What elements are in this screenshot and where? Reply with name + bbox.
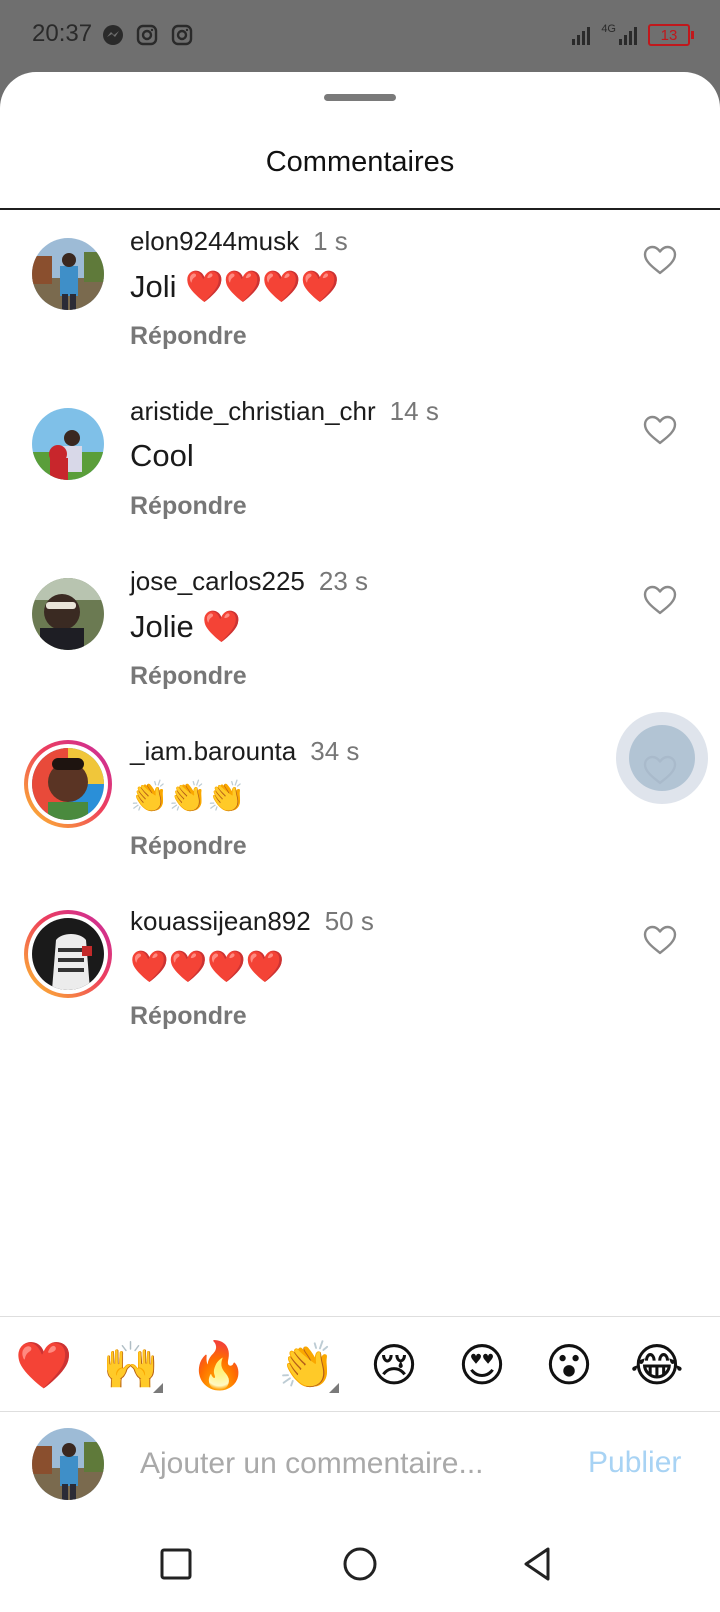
- reaction-emoji: 👏: [278, 1339, 336, 1391]
- emoji-reaction-bar: ❤️ 🙌 🔥 👏 😢 😍 😮 😂: [0, 1316, 720, 1412]
- comment-time: 14 s: [389, 396, 439, 426]
- comment-text: Joli ❤️❤️❤️❤️: [130, 269, 340, 304]
- home-circle-icon[interactable]: [340, 1544, 380, 1584]
- reply-button[interactable]: Répondre: [130, 1002, 247, 1031]
- drag-handle[interactable]: [324, 94, 396, 101]
- avatar-photo: [32, 748, 104, 820]
- comment-text: Cool: [130, 438, 194, 473]
- status-right: 4G 13: [571, 22, 694, 48]
- avatar: [32, 1428, 104, 1500]
- system-nav-bar: [0, 1520, 720, 1612]
- skin-tone-indicator: [329, 1383, 339, 1393]
- avatar-photo: [32, 578, 104, 650]
- comment-item: jose_carlos225 23 s Jolie ❤️ Répondre: [0, 566, 720, 736]
- divider: [0, 208, 720, 210]
- signal-icon: [572, 27, 591, 45]
- back-triangle-icon[interactable]: [518, 1544, 558, 1584]
- battery-icon: 13: [648, 24, 694, 46]
- comment-author[interactable]: aristide_christian_chr 14 s: [130, 396, 439, 427]
- comment-time: 23 s: [318, 566, 369, 596]
- avatar-photo: [32, 1428, 104, 1500]
- comment-author[interactable]: kouassijean892 50 s: [130, 906, 374, 937]
- comment-item: elon9244musk 1 s Joli ❤️❤️❤️❤️ Répondre: [0, 226, 720, 396]
- comment-input[interactable]: [140, 1442, 540, 1486]
- reply-button[interactable]: Répondre: [130, 322, 247, 351]
- comment-username[interactable]: aristide_christian_chr: [130, 396, 376, 426]
- comment-username[interactable]: _iam.barounta: [130, 736, 296, 766]
- sheet-title: Commentaires: [265, 146, 455, 178]
- skin-tone-indicator: [153, 1383, 163, 1393]
- avatar: [28, 914, 108, 994]
- avatar-photo: [32, 918, 104, 990]
- comment-author[interactable]: jose_carlos225 23 s: [130, 566, 368, 597]
- avatar-photo: [32, 238, 104, 310]
- comment-author[interactable]: _iam.barounta 34 s: [130, 736, 359, 767]
- instagram-icon: [136, 24, 158, 46]
- avatar-photo: [32, 408, 104, 480]
- reaction-crying[interactable]: 😢: [364, 1335, 424, 1395]
- comment-username[interactable]: kouassijean892: [130, 906, 311, 936]
- publish-button[interactable]: Publier: [588, 1446, 681, 1480]
- comment-author[interactable]: elon9244musk 1 s: [130, 226, 348, 257]
- messenger-icon: [103, 25, 123, 45]
- comment-username[interactable]: jose_carlos225: [130, 566, 305, 596]
- reaction-heart-eyes[interactable]: 😍: [452, 1335, 512, 1395]
- comments-sheet: Commentaires elon9244musk 1 s Joli ❤️❤️❤️…: [0, 72, 720, 1612]
- reply-button[interactable]: Répondre: [130, 492, 247, 521]
- reaction-laughing[interactable]: 😂: [627, 1335, 687, 1395]
- comment-time: 1 s: [313, 226, 348, 256]
- avatar[interactable]: [32, 238, 104, 310]
- comment-item: _iam.barounta 34 s 👏👏👏 Répondre: [0, 736, 720, 906]
- comment-text: Jolie ❤️: [130, 609, 241, 644]
- comment-text: ❤️❤️❤️❤️: [130, 949, 285, 984]
- heart-icon[interactable]: [642, 414, 678, 446]
- network-label: 4G: [601, 23, 616, 35]
- reaction-heart[interactable]: ❤️: [14, 1335, 74, 1395]
- heart-icon[interactable]: [642, 924, 678, 956]
- reaction-clapping[interactable]: 👏: [277, 1335, 339, 1395]
- avatar-story-ring[interactable]: [24, 910, 112, 998]
- status-bar: 20:37 4G 13: [0, 0, 720, 72]
- battery-level: 13: [660, 26, 678, 44]
- avatar[interactable]: [32, 408, 104, 480]
- heart-icon[interactable]: [642, 244, 678, 276]
- avatar: [28, 744, 108, 824]
- comment-composer: Publier: [0, 1414, 720, 1518]
- avatar-story-ring[interactable]: [24, 740, 112, 828]
- reaction-emoji: 🙌: [102, 1339, 160, 1391]
- reply-button[interactable]: Répondre: [130, 662, 247, 691]
- comment-text: 👏👏👏: [130, 779, 246, 814]
- touch-indicator: [616, 712, 708, 804]
- avatar[interactable]: [32, 578, 104, 650]
- instagram-icon: [171, 24, 193, 46]
- reaction-fire[interactable]: 🔥: [189, 1335, 249, 1395]
- reaction-raised-hands[interactable]: 🙌: [101, 1335, 163, 1395]
- reaction-surprised[interactable]: 😮: [539, 1335, 599, 1395]
- status-time: 20:37: [32, 20, 93, 47]
- signal-icon: [619, 27, 637, 45]
- recents-square-icon[interactable]: [156, 1544, 196, 1584]
- reply-button[interactable]: Répondre: [130, 832, 247, 861]
- comment-item: aristide_christian_chr 14 s Cool Répondre: [0, 396, 720, 566]
- comment-item: kouassijean892 50 s ❤️❤️❤️❤️ Répondre: [0, 906, 720, 1076]
- comment-username[interactable]: elon9244musk: [130, 226, 299, 256]
- comment-time: 50 s: [324, 906, 374, 936]
- comment-time: 34 s: [310, 736, 360, 766]
- heart-icon[interactable]: [642, 584, 678, 616]
